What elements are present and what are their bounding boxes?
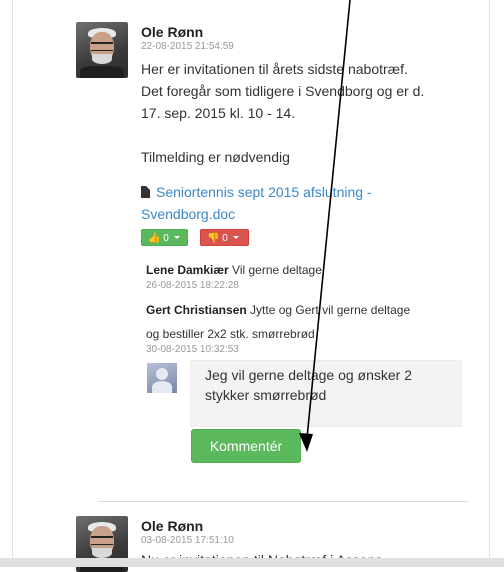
comment: Gert Christiansen Jytte og Gert vil gern… <box>146 302 466 318</box>
dislike-button[interactable]: 👎 0 <box>200 229 249 246</box>
post-body-line: Det foregår som tidligere i Svendborg og… <box>141 83 425 99</box>
post-body-line: Her er invitationen til årets sidste nab… <box>141 61 408 77</box>
comment: Lene Damkiær Vil gerne deltage <box>146 262 466 278</box>
bottom-bar <box>0 558 504 567</box>
comment-author[interactable]: Gert Christiansen <box>146 303 247 317</box>
right-border <box>489 0 490 567</box>
attachment-name-line1[interactable]: Seniortennis sept 2015 afslutning - <box>156 184 372 200</box>
comment-author[interactable]: Lene Damkiær <box>146 263 229 277</box>
submit-comment-button[interactable]: Kommentér <box>191 429 301 463</box>
comment-input[interactable]: Jeg vil gerne deltage og ønsker 2 stykke… <box>190 360 462 427</box>
post-timestamp: 03-08-2015 17:51:10 <box>141 535 234 546</box>
thumbs-down-icon: 👎 <box>207 233 220 244</box>
caret-down-icon <box>173 236 180 239</box>
comment-text: Jytte og Gert vil gerne deltage <box>250 303 411 317</box>
attachment-link[interactable]: Seniortennis sept 2015 afslutning - Sven… <box>141 181 461 225</box>
document-icon <box>141 186 150 198</box>
post-divider <box>98 501 468 502</box>
attachment-name-line2[interactable]: Svendborg.doc <box>141 203 461 225</box>
comment-text-line2: og bestiller 2x2 stk. smørrebrød <box>146 327 315 341</box>
comment-timestamp: 30-08-2015 10:32:53 <box>146 344 239 355</box>
left-border <box>12 0 13 567</box>
comment-text: Vil gerne deltage <box>232 263 322 277</box>
thumbs-up-icon: 👍 <box>148 233 161 244</box>
post-timestamp: 22-08-2015 21:54:59 <box>141 41 234 52</box>
like-count: 0 <box>163 233 169 244</box>
post-body-line: 17. sep. 2015 kl. 10 - 14. <box>141 105 296 121</box>
current-user-avatar <box>147 363 177 393</box>
dislike-count: 0 <box>222 233 228 244</box>
post-body: Her er invitationen til årets sidste nab… <box>141 58 481 168</box>
post-body-line: Tilmelding er nødvendig <box>141 149 290 165</box>
post-author[interactable]: Ole Rønn <box>141 518 203 534</box>
post-body-line <box>141 124 481 146</box>
post-author[interactable]: Ole Rønn <box>141 24 203 40</box>
author-avatar[interactable] <box>76 22 128 78</box>
comment-timestamp: 26-08-2015 18:22:28 <box>146 280 239 291</box>
caret-down-icon <box>232 236 239 239</box>
like-button[interactable]: 👍 0 <box>141 229 188 246</box>
